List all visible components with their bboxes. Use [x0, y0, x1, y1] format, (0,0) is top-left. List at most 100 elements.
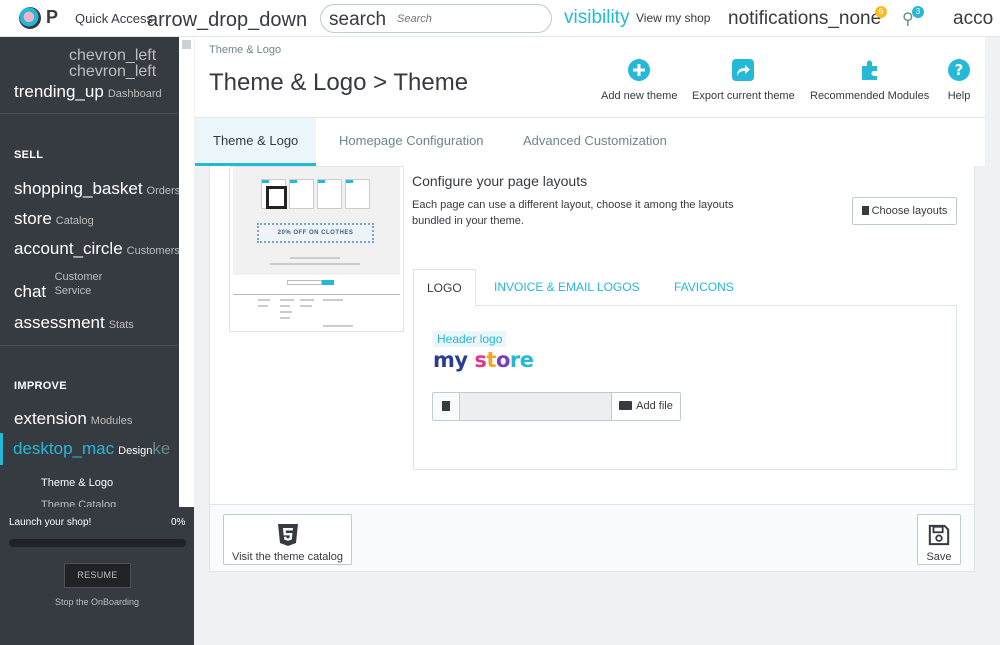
sidebar-item-label: Customer — [54, 271, 103, 283]
preview-product — [345, 179, 370, 209]
assessment-icon: assessment — [14, 313, 105, 332]
header-logo-file-input[interactable]: Add file — [432, 392, 681, 421]
logo-text: re — [509, 348, 534, 372]
choose-layouts-button[interactable]: Choose layouts — [852, 197, 957, 225]
trending-up-icon: trending_up — [14, 82, 104, 101]
sidebar-item-stats[interactable]: assessment Stats — [14, 313, 134, 333]
toolbar-label: Export current theme — [692, 90, 795, 102]
svg-text:?: ? — [955, 61, 964, 79]
toolbar-label: Add new theme — [601, 90, 678, 102]
chat-icon: chat — [14, 282, 47, 301]
stop-onboarding-link[interactable]: Stop the OnBoarding — [0, 597, 194, 607]
prestashop-logo-icon[interactable] — [19, 7, 41, 29]
tab-theme-logo[interactable]: Theme & Logo — [195, 118, 317, 166]
save-button[interactable]: Save — [917, 514, 961, 565]
sidebar-item-customer-service[interactable]: chat Customer Service — [14, 270, 103, 301]
onboarding-percent: 0% — [171, 517, 186, 528]
resume-button[interactable]: RESUME — [64, 563, 131, 588]
logo-text: o — [495, 348, 510, 372]
notifications-badge: 6 — [875, 6, 887, 18]
preview-text-line — [323, 325, 353, 327]
page-title: Theme & Logo > Theme — [209, 69, 469, 96]
preview-banner: 20% OFF ON CLOTHES — [257, 223, 374, 243]
preview-text-line — [300, 305, 312, 307]
sidebar-subitem-theme-catalog[interactable]: Theme Catalog — [41, 499, 116, 507]
add-new-theme-button[interactable]: Add new theme — [601, 58, 677, 102]
logo-text: t — [486, 348, 496, 372]
visibility-icon[interactable]: visibility — [564, 8, 629, 27]
onboarding-title: Launch your shop! — [9, 517, 92, 528]
logo-tab-content: Header logo my store Add file — [413, 306, 957, 470]
file-icon — [861, 206, 869, 215]
arrow-drop-down-icon[interactable]: arrow_drop_down — [147, 10, 307, 30]
search-input[interactable] — [397, 11, 542, 27]
sidebar-subitem-theme-logo[interactable]: Theme & Logo — [41, 477, 113, 489]
brand-letter[interactable]: P — [46, 7, 58, 28]
card-footer: Visit the theme catalog Save — [210, 504, 974, 571]
sidebar-item-customers[interactable]: account_circle Customers — [14, 239, 179, 259]
tab-logo[interactable]: LOGO — [413, 269, 476, 307]
sidebar-item-label: Modules — [90, 415, 133, 427]
preview-divider — [233, 294, 400, 295]
section-title-sell: SELL — [14, 149, 44, 161]
onboarding-panel: Launch your shop! 0% RESUME Stop the OnB… — [0, 507, 194, 645]
sidebar-item-label: Dashboard — [107, 88, 162, 100]
search-icon[interactable]: search — [329, 9, 386, 31]
sidebar-item-modules[interactable]: extension Modules — [14, 409, 132, 429]
preview-text-line — [323, 299, 343, 301]
section-title-improve: IMPROVE — [14, 380, 67, 392]
visit-theme-catalog-button[interactable]: Visit the theme catalog — [223, 514, 352, 565]
sidebar-item-label: Stats — [108, 319, 134, 331]
button-label: Choose layouts — [871, 205, 948, 217]
desktop-mac-icon: desktop_mac — [13, 439, 115, 458]
scroll-handle[interactable] — [182, 40, 191, 49]
shop-logo-image: my store — [433, 348, 534, 372]
trophy-badge: 3 — [912, 6, 924, 18]
sidebar-item-label: Catalog — [55, 215, 94, 227]
export-theme-button[interactable]: Export current theme — [692, 58, 795, 102]
onboarding-progress-bar — [9, 539, 186, 547]
view-my-shop-link[interactable]: View my shop — [636, 11, 710, 25]
tab-invoice-email-logos[interactable]: INVOICE & EMAIL LOGOS — [481, 269, 653, 306]
preview-product — [289, 179, 314, 209]
account-icon[interactable]: acco — [953, 9, 993, 28]
store-icon: store — [14, 209, 52, 228]
toolbar-label: Help — [947, 90, 971, 102]
layouts-title: Configure your page layouts — [412, 173, 588, 189]
sidebar-item-catalog[interactable]: store Catalog — [14, 209, 94, 229]
sidebar-item-label: Design — [118, 445, 153, 457]
recommended-modules-button[interactable]: Recommended Modules — [810, 58, 929, 102]
sidebar-item-orders[interactable]: shopping_basket Orders — [14, 179, 179, 199]
add-file-button[interactable]: Add file — [611, 393, 680, 420]
sidebar-item-design[interactable]: desktop_mac Designke — [13, 439, 170, 459]
help-icon: ? — [948, 59, 970, 81]
tab-homepage-configuration[interactable]: Homepage Configuration — [321, 118, 502, 166]
file-icon — [433, 393, 460, 420]
page-header: Theme & Logo Theme & Logo > Theme Add ne… — [195, 37, 985, 117]
preview-text-line — [258, 305, 268, 307]
breadcrumb[interactable]: Theme & Logo — [209, 44, 281, 56]
notifications-icon[interactable]: notifications_none — [728, 9, 881, 28]
quick-access-link[interactable]: Quick Access — [75, 11, 153, 26]
chevron-left-icon: chevron_left — [69, 47, 157, 64]
sidebar-item-label: Service — [54, 285, 92, 297]
logo-panel: LOGO INVOICE & EMAIL LOGOS FAVICONS Head… — [413, 269, 957, 470]
sidebar-item-tail: ke — [152, 439, 171, 458]
preview-newsletter-input — [287, 280, 322, 285]
extension-icon: extension — [14, 409, 87, 428]
tab-advanced-customization[interactable]: Advanced Customization — [505, 118, 685, 166]
sidebar-item-label: Customers — [126, 245, 179, 257]
add-circle-icon — [628, 59, 651, 81]
preview-text-line — [280, 299, 294, 301]
preview-text-line — [280, 311, 292, 313]
tab-favicons[interactable]: FAVICONS — [661, 269, 747, 306]
sidebar-collapse-toggle[interactable]: chevron_left chevron_left — [69, 48, 156, 80]
sidebar-item-dashboard[interactable]: trending_up Dashboard — [14, 82, 162, 102]
chevron-left-icon: chevron_left — [69, 63, 157, 80]
sidebar-scrollbar[interactable] — [179, 37, 194, 507]
help-button[interactable]: ? Help — [947, 58, 971, 102]
logo-text: s — [474, 348, 487, 372]
account-circle-icon: account_circle — [14, 239, 123, 258]
logo-tabs: LOGO INVOICE & EMAIL LOGOS FAVICONS — [413, 269, 957, 307]
preview-product — [261, 179, 287, 209]
